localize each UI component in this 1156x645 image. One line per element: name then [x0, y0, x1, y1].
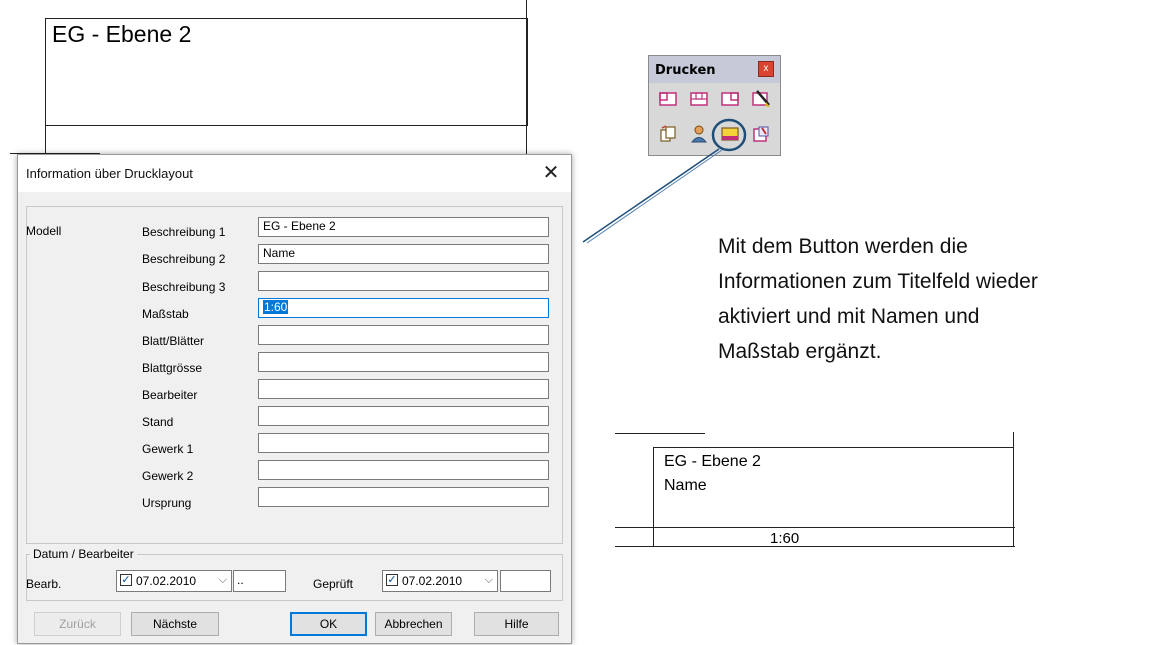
ok-button[interactable]: OK	[290, 612, 367, 636]
input-blatt-blaetter[interactable]	[258, 325, 549, 345]
next-button[interactable]: Nächste	[131, 612, 219, 636]
input-massstab[interactable]: 1:60	[258, 298, 549, 318]
label-beschreibung-2: Beschreibung 2	[142, 252, 226, 266]
geprueft-extra-field[interactable]	[500, 570, 551, 592]
dialog-titlebar: Information über Drucklayout ✕	[18, 155, 571, 192]
label-beschreibung-1: Beschreibung 1	[142, 225, 226, 239]
input-bearbeiter[interactable]	[258, 379, 549, 399]
label-beschreibung-3: Beschreibung 3	[142, 280, 226, 294]
callout-text: Mit dem Button werden die Informationen …	[718, 229, 1038, 369]
layout-center-icon[interactable]	[689, 89, 709, 109]
label-gewerk-2: Gewerk 2	[142, 469, 194, 483]
callout-line: Informationen zum Titelfeld wieder	[718, 270, 1038, 293]
input-gewerk-1[interactable]	[258, 433, 549, 453]
label-gewerk-1: Gewerk 1	[142, 442, 194, 456]
geprueft-date-text: 07.02.2010	[402, 574, 463, 588]
result-titleblock-bottom	[615, 546, 1015, 547]
top-titleblock: EG - Ebene 2	[45, 18, 528, 126]
result-titleblock: EG - Ebene 2 Name	[653, 447, 1014, 527]
top-titleblock-rightline	[526, 0, 527, 155]
input-beschreibung-1[interactable]: EG - Ebene 2	[258, 217, 549, 237]
input-blattgroesse[interactable]	[258, 352, 549, 372]
result-titleblock-leftline	[653, 527, 654, 546]
callout-line-1	[582, 148, 720, 243]
toolbar-close-icon[interactable]: x	[758, 61, 774, 77]
layout-right-icon[interactable]	[720, 89, 740, 109]
label-ursprung: Ursprung	[142, 496, 192, 510]
back-button[interactable]: Zurück	[34, 612, 121, 636]
copy-pages-icon[interactable]	[658, 124, 678, 144]
edit-page-icon[interactable]	[751, 124, 771, 144]
result-titleblock-divider	[615, 527, 1015, 528]
dialog-title: Information über Drucklayout	[26, 166, 193, 181]
chevron-down-icon[interactable]: ⌵	[485, 574, 493, 587]
input-ursprung[interactable]	[258, 487, 549, 507]
input-beschreibung-3[interactable]	[258, 271, 549, 291]
geprueft-date-checkbox[interactable]: ✓	[386, 574, 398, 586]
label-bearbeiter: Bearbeiter	[142, 388, 198, 402]
top-titleblock-divider	[45, 125, 527, 126]
massstab-selected-text: 1:60	[263, 300, 289, 314]
drucken-toolbar: Drucken x	[648, 55, 781, 156]
callout-line: aktiviert und mit Namen und	[718, 305, 980, 328]
input-gewerk-2[interactable]	[258, 460, 549, 480]
toolbar-header: Drucken x	[649, 56, 780, 83]
label-blattgroesse: Blattgrösse	[142, 361, 203, 375]
geprueft-date-picker[interactable]: ✓ 07.02.2010 ⌵	[382, 570, 498, 592]
bearb-date-picker[interactable]: ✓ 07.02.2010 ⌵	[116, 570, 232, 592]
bearb-extra-field[interactable]: ..	[233, 570, 286, 592]
callout-line-2	[586, 149, 723, 244]
label-blatt-blaetter: Blatt/Blätter	[142, 334, 205, 348]
layout-left-icon[interactable]	[658, 89, 678, 109]
result-titleblock-line1: EG - Ebene 2	[664, 453, 761, 470]
bearb-label: Bearb.	[26, 577, 62, 591]
chevron-down-icon[interactable]: ⌵	[219, 574, 227, 587]
person-icon[interactable]	[689, 124, 709, 144]
bearb-date-checkbox[interactable]: ✓	[120, 574, 132, 586]
top-titleblock-text: EG - Ebene 2	[52, 21, 192, 47]
print-layout-info-dialog: Information über Drucklayout ✕ Modell Be…	[17, 154, 572, 644]
cancel-button[interactable]: Abbrechen	[375, 612, 452, 636]
label-stand: Stand	[142, 415, 174, 429]
result-titleblock-topline	[615, 433, 705, 434]
callout-line: Maßstab ergänzt.	[718, 340, 882, 363]
input-stand[interactable]	[258, 406, 549, 426]
close-icon[interactable]: ✕	[537, 161, 565, 187]
result-titleblock-scale: 1:60	[770, 530, 800, 547]
input-beschreibung-2[interactable]: Name	[258, 244, 549, 264]
titlefield-info-icon[interactable]	[720, 124, 740, 144]
modell-label: Modell	[26, 224, 62, 238]
geprueft-label: Geprüft	[313, 577, 354, 591]
callout-line: Mit dem Button werden die	[718, 235, 968, 258]
help-button[interactable]: Hilfe	[474, 612, 559, 636]
datum-bearbeiter-label: Datum / Bearbeiter	[30, 547, 137, 561]
label-massstab: Maßstab	[142, 307, 189, 321]
result-titleblock-line2: Name	[664, 477, 707, 494]
top-titleblock-leftline	[45, 125, 46, 155]
bearb-date-text: 07.02.2010	[136, 574, 197, 588]
toolbar-title: Drucken	[655, 63, 716, 78]
pen-icon[interactable]	[751, 89, 771, 109]
